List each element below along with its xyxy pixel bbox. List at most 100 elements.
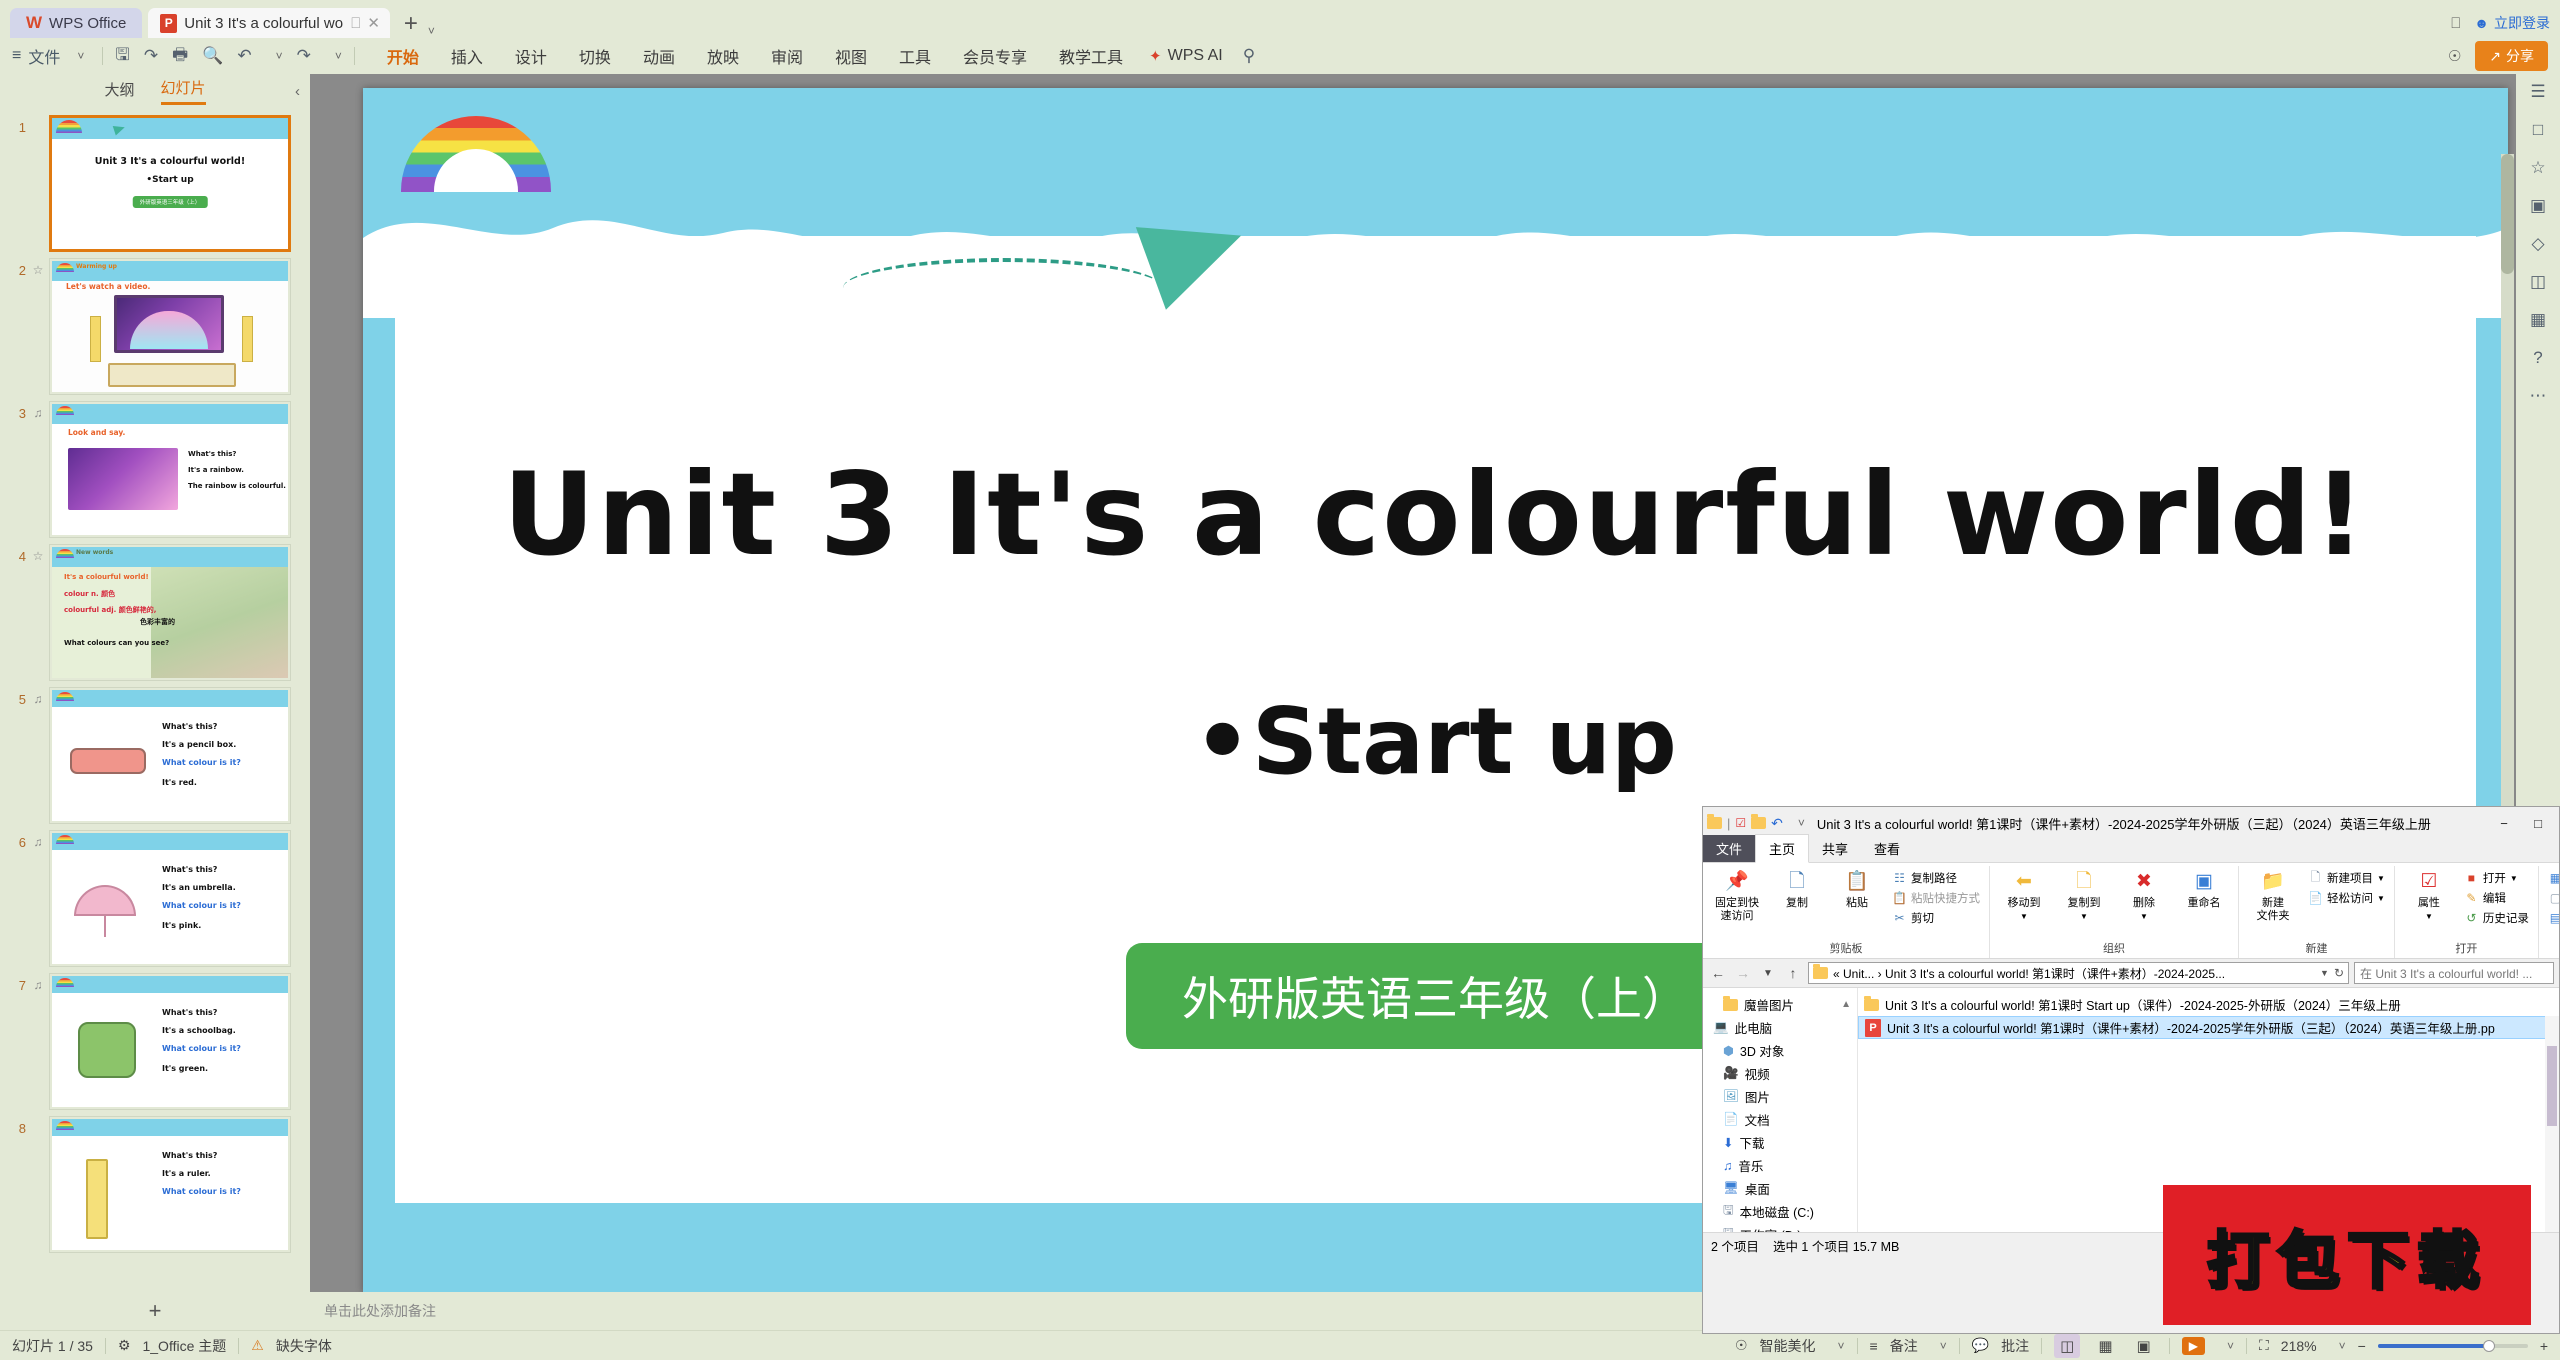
beautify-chevron-down-icon[interactable]: ˅ <box>1838 1339 1845 1353</box>
ribbon-tab-insert[interactable]: 插入 <box>435 40 499 72</box>
slide-thumbnail-1[interactable]: Unit 3 It's a colourful world! •Start up… <box>50 116 290 251</box>
tab-menu-chevron-down-icon[interactable]: ˅ <box>428 24 435 38</box>
maximize-icon[interactable]: □ <box>2521 810 2555 836</box>
font-warning-label[interactable]: 缺失字体 <box>276 1336 332 1356</box>
folder-icon[interactable] <box>1707 814 1722 829</box>
undo-chevron-down-icon[interactable]: ˅ <box>276 49 283 63</box>
slide-thumbnail-8[interactable]: What's this? It's a ruler. What colour i… <box>50 1117 290 1252</box>
collaborate-icon[interactable]: ☉ <box>2448 47 2461 65</box>
forward-icon[interactable]: → <box>1733 965 1753 981</box>
explorer-menu-share[interactable]: 共享 <box>1809 835 1861 862</box>
shapes-icon[interactable]: ◇ <box>2531 234 2544 254</box>
table-icon[interactable]: ▦ <box>2530 310 2546 330</box>
new-tab-button[interactable]: + <box>404 10 418 38</box>
explorer-menu-home[interactable]: 主页 <box>1755 834 1810 863</box>
properties-button[interactable]: ☑ 属性 ▼ <box>2401 869 2457 921</box>
ribbon-tab-slideshow[interactable]: 放映 <box>691 40 755 72</box>
explorer-menu-file[interactable]: 文件 <box>1703 835 1756 862</box>
nav-item-warcraft-pictures[interactable]: 魔兽图片 ▲ <box>1709 993 1857 1016</box>
thumbnail-row[interactable]: 6 ♫ What's this? It's an umbrella. What … <box>0 827 310 970</box>
copy-to-button[interactable]: 🗋 复制到 ▼ <box>2056 869 2112 921</box>
address-chevron-down-icon[interactable]: ▼ <box>2320 968 2329 978</box>
search-icon[interactable]: ⚲ <box>1243 46 1255 66</box>
nav-item-downloads[interactable]: ⬇ 下载 <box>1709 1131 1857 1154</box>
nav-item-studio-d[interactable]: 🖫 工作室 (D:) <box>1709 1223 1857 1232</box>
app-home-chip[interactable]: W WPS Office <box>10 8 143 38</box>
new-item-button[interactable]: 🗋 新建项目 ▼ <box>2305 869 2388 887</box>
chevron-down-icon[interactable]: ▼ <box>2140 912 2148 921</box>
thumbnail-row[interactable]: 5 ♫ What's this? It's a pencil box. What… <box>0 684 310 827</box>
close-tab-icon[interactable]: ✕ <box>367 14 380 32</box>
text-box-icon[interactable]: □ <box>2533 120 2543 140</box>
chart-icon[interactable]: ◫ <box>2530 272 2546 292</box>
add-slide-button[interactable]: + <box>0 1292 310 1330</box>
slide-thumbnail-2[interactable]: Warming up Let's watch a video. <box>50 259 290 394</box>
ribbon-tab-start[interactable]: 开始 <box>371 40 435 77</box>
ribbon-tab-view[interactable]: 视图 <box>819 40 883 72</box>
back-icon[interactable]: ← <box>1708 965 1728 981</box>
ribbon-tab-tools[interactable]: 工具 <box>883 40 947 72</box>
thumbnail-list[interactable]: 1 Unit 3 It's a colourful world! •Start … <box>0 108 310 1292</box>
thumbnail-row[interactable]: 4 ☆ New words It's a colourful world! co… <box>0 541 310 684</box>
slide-subtitle[interactable]: •Start up <box>363 688 2508 795</box>
ribbon-tab-design[interactable]: 设计 <box>499 40 563 72</box>
ribbon-tab-teaching[interactable]: 教学工具 <box>1043 40 1139 72</box>
pin-to-quick-access-button[interactable]: 📌 固定到快 速访问 <box>1709 869 1765 922</box>
play-chevron-down-icon[interactable]: ˅ <box>2227 1339 2234 1353</box>
nav-item-pictures[interactable]: 🖼 图片 <box>1709 1085 1857 1108</box>
save-icon[interactable]: 🖫 <box>115 42 129 71</box>
up-icon[interactable]: ↑ <box>1783 965 1803 981</box>
sorter-view-icon[interactable]: ▦ <box>2092 1334 2118 1358</box>
slide-thumbnail-7[interactable]: What's this? It's a schoolbag. What colo… <box>50 974 290 1109</box>
file-list-scrollbar[interactable] <box>2545 1016 2559 1232</box>
file-row-presentation[interactable]: P Unit 3 It's a colourful world! 第1课时（课件… <box>1858 1016 2559 1039</box>
thumbnail-row[interactable]: 8 What's this? It's a ruler. What colour… <box>0 1113 310 1256</box>
address-input[interactable]: « Unit... › Unit 3 It's a colourful worl… <box>1808 962 2349 984</box>
chevron-down-icon[interactable]: ▼ <box>2510 874 2518 883</box>
theme-label[interactable]: 1_Office 主题 <box>142 1336 226 1356</box>
undo-icon[interactable]: ↶ <box>1771 815 1783 832</box>
normal-view-icon[interactable]: ◫ <box>2054 1333 2081 1358</box>
copy-path-button[interactable]: ☷ 复制路径 <box>1889 869 1983 887</box>
window-restore-icon[interactable]: ⎕ <box>2451 15 2460 32</box>
select-none-button[interactable]: ▢ 全部取消 <box>2545 889 2559 907</box>
tab-slides[interactable]: 幻灯片 <box>160 77 206 105</box>
thumbnail-row[interactable]: 3 ♫ Look and say. What's this? It's a ra… <box>0 398 310 541</box>
zoom-slider-knob[interactable] <box>2482 1339 2495 1352</box>
redo-icon[interactable]: ↷ <box>297 46 311 66</box>
cut-button[interactable]: ✂ 剪切 <box>1889 909 1983 927</box>
slide-pill-label[interactable]: 外研版英语三年级（上） <box>1126 943 1744 1049</box>
move-to-button[interactable]: ⬅ 移动到 ▼ <box>1996 869 2052 921</box>
nav-item-music[interactable]: ♫ 音乐 <box>1709 1154 1857 1177</box>
slide-title[interactable]: Unit 3 It's a colourful world! <box>363 448 2508 581</box>
explorer-menu-view[interactable]: 查看 <box>1861 835 1913 862</box>
reading-view-icon[interactable]: ▣ <box>2131 1334 2157 1358</box>
refresh-icon[interactable]: ↻ <box>2334 966 2344 980</box>
slide-thumbnail-6[interactable]: What's this? It's an umbrella. What colo… <box>50 831 290 966</box>
chevron-down-icon[interactable]: ˅ <box>1798 816 1805 830</box>
ribbon-tab-wps-ai[interactable]: ✦ WPS AI <box>1139 43 1233 69</box>
help-icon[interactable]: ? <box>2533 348 2542 368</box>
nav-item-3d-objects[interactable]: ⬢ 3D 对象 <box>1709 1039 1857 1062</box>
select-all-button[interactable]: ▦ 全部选择 <box>2545 869 2559 887</box>
image-icon[interactable]: ▣ <box>2530 196 2546 216</box>
chevron-down-icon[interactable]: ▼ <box>2377 874 2385 883</box>
edit-button[interactable]: ✎ 编辑 <box>2461 889 2532 907</box>
new-folder-icon[interactable] <box>1751 814 1767 829</box>
zoom-out-button[interactable]: − <box>2358 1338 2366 1354</box>
nav-item-desktop[interactable]: 🖥 桌面 <box>1709 1177 1857 1200</box>
nav-item-local-disk-c[interactable]: 🖫 本地磁盘 (C:) <box>1709 1200 1857 1223</box>
chevron-left-icon[interactable]: ‹ <box>295 83 300 100</box>
paste-shortcut-button[interactable]: 📋 粘贴快捷方式 <box>1889 889 1983 907</box>
thumbnail-row[interactable]: 1 Unit 3 It's a colourful world! •Start … <box>0 112 310 255</box>
zoom-chevron-down-icon[interactable]: ˅ <box>2339 1339 2346 1353</box>
present-icon[interactable]: ⎕ <box>351 15 360 32</box>
chevron-down-icon[interactable]: ▼ <box>2425 912 2433 921</box>
easy-access-button[interactable]: 📄 轻松访问 ▼ <box>2305 889 2388 907</box>
explorer-search-input[interactable]: 在 Unit 3 It's a colourful world! ... <box>2354 962 2554 984</box>
nav-item-this-pc[interactable]: 💻 此电脑 <box>1709 1016 1857 1039</box>
scrollbar-thumb[interactable] <box>2547 1046 2557 1126</box>
file-menu-button[interactable]: ≡ 文件 ˅ <box>12 44 84 68</box>
invert-selection-button[interactable]: ▤ 反向选择 <box>2545 909 2559 927</box>
ribbon-tab-member[interactable]: 会员专享 <box>947 40 1043 72</box>
